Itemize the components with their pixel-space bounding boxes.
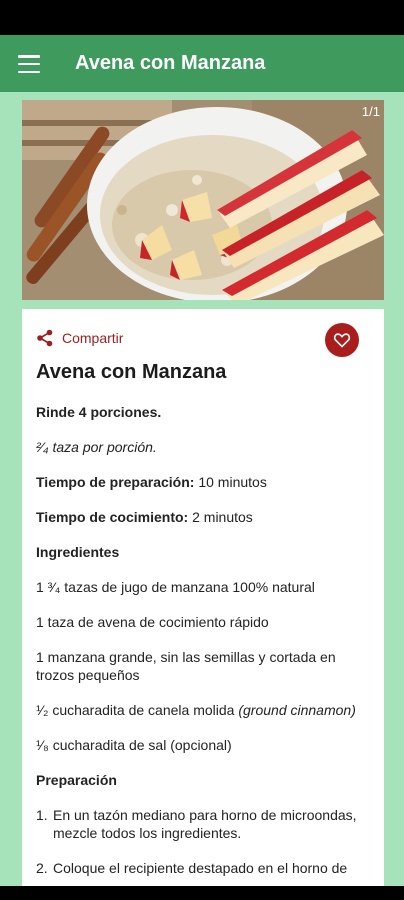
recipe-image: 1/1 [22, 100, 384, 300]
oatmeal-photo [22, 100, 384, 300]
system-nav-bar [0, 886, 404, 900]
heart-icon [333, 333, 351, 348]
ingredient-item: 1 ³⁄₄ tazas de jugo de manzana 100% natu… [36, 579, 315, 595]
step-number: 1. [36, 807, 48, 823]
recipe-portion: ²⁄₄ taza por porción. [36, 439, 157, 455]
favorite-button[interactable] [325, 323, 359, 357]
step-item: 2. Coloque el recipiente destapado en el … [36, 859, 370, 877]
cook-time-value: 2 minutos [188, 509, 253, 525]
ingredient-text: ¹⁄₂ cucharadita de canela molida [36, 702, 239, 718]
ingredient-item: 1 manzana grande, sin las semillas y cor… [36, 649, 336, 683]
page-indicator: 1/1 [361, 104, 380, 119]
step-number: 2. [36, 860, 48, 876]
recipe-body: Rinde 4 porciones. ²⁄₄ taza por porción.… [36, 403, 370, 894]
status-bar [0, 0, 404, 35]
cook-time-label: Tiempo de cocimiento: [36, 509, 189, 525]
recipe-title: Avena con Manzana [36, 361, 227, 383]
recipe-card: Compartir Avena con Manzana Rinde 4 porc… [22, 309, 384, 900]
recipe-yield: Rinde 4 porciones. [36, 404, 162, 420]
app-bar: Avena con Manzana [0, 35, 404, 92]
hamburger-icon[interactable] [18, 55, 40, 73]
ingredient-note: (ground cinnamon) [238, 702, 356, 718]
share-label: Compartir [62, 330, 124, 346]
step-item: 1. En un tazón mediano para horno de micr… [36, 806, 370, 842]
ingredient-item: 1 taza de avena de cocimiento rápido [36, 614, 269, 630]
preparation-heading: Preparación [36, 772, 117, 788]
prep-time-label: Tiempo de preparación: [36, 474, 195, 490]
ingredients-heading: Ingredientes [36, 544, 120, 560]
app-title: Avena con Manzana [75, 52, 266, 74]
step-text: Coloque el recipiente destapado en el ho… [53, 860, 348, 876]
prep-time-value: 10 minutos [194, 474, 267, 490]
step-text: En un tazón mediano para horno de microo… [53, 807, 357, 841]
share-button[interactable]: Compartir [36, 329, 123, 347]
ingredient-item: ¹⁄₂ cucharadita de canela molida (ground… [36, 701, 370, 719]
ingredient-item: ¹⁄₈ cucharadita de sal (opcional) [36, 737, 232, 753]
share-icon [37, 329, 53, 347]
